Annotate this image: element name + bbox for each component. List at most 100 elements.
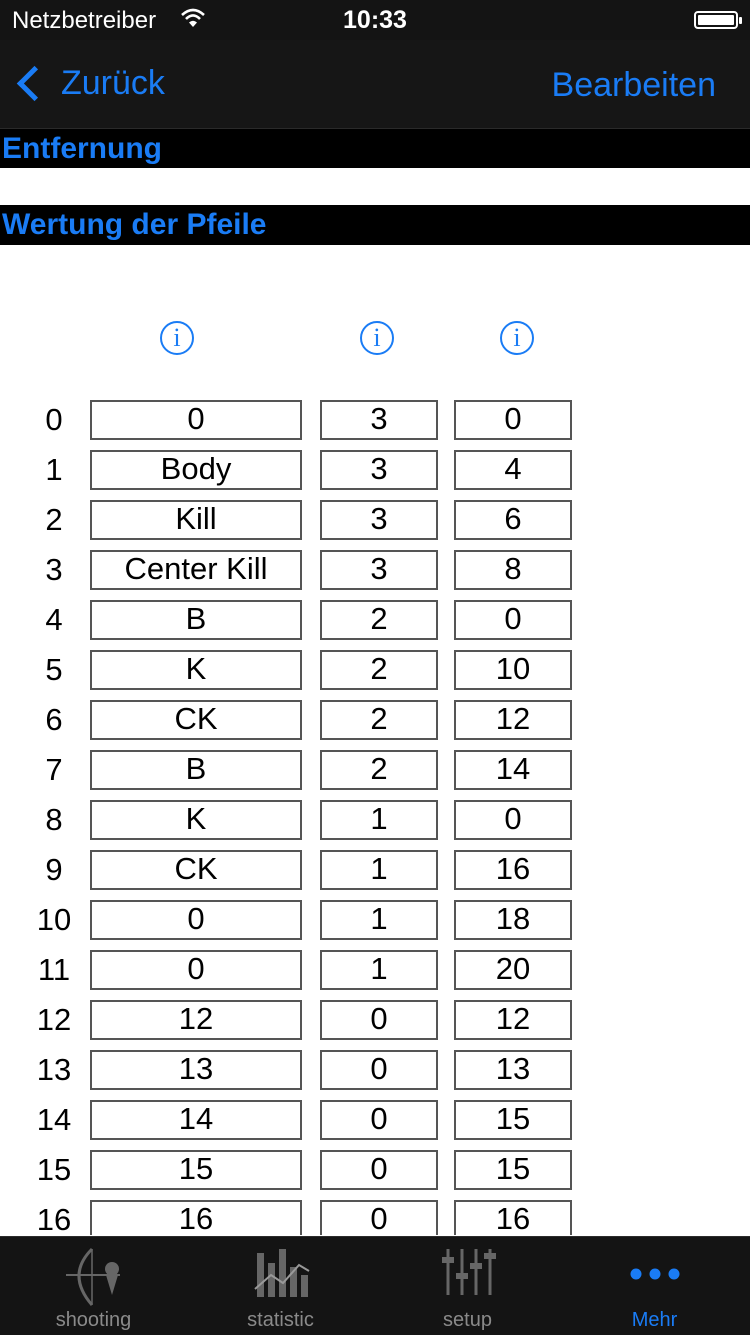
edit-button[interactable]: Bearbeiten xyxy=(552,66,716,105)
label-field[interactable]: 15 xyxy=(90,1150,302,1190)
label-field[interactable]: 13 xyxy=(90,1050,302,1090)
arrow-field[interactable]: 0 xyxy=(320,1000,438,1040)
row-number: 4 xyxy=(45,602,63,637)
label-field[interactable]: 0 xyxy=(90,950,302,990)
row-number: 11 xyxy=(37,952,71,987)
table-row: 1 Body 3 4 xyxy=(0,450,750,490)
points-field[interactable]: 16 xyxy=(454,1200,572,1235)
label-field[interactable]: 12 xyxy=(90,1000,302,1040)
row-number: 7 xyxy=(45,752,63,787)
arrow-field[interactable]: 0 xyxy=(320,1100,438,1140)
back-button[interactable]: Zurück xyxy=(14,64,165,103)
archer-icon xyxy=(62,1245,126,1314)
table-row: 7 B 2 14 xyxy=(0,750,750,790)
points-field[interactable]: 0 xyxy=(454,600,572,640)
points-field[interactable]: 14 xyxy=(454,750,572,790)
points-field[interactable]: 15 xyxy=(454,1100,572,1140)
table-row: 8K10 xyxy=(0,800,750,840)
label-field[interactable]: Kill xyxy=(90,500,302,540)
row-number: 15 xyxy=(36,1152,72,1187)
table-row: 14 14 0 15 xyxy=(0,1100,750,1140)
arrow-field[interactable]: 1 xyxy=(320,900,438,940)
label-field[interactable]: 14 xyxy=(90,1100,302,1140)
points-field[interactable]: 8 xyxy=(454,550,572,590)
row-number: 13 xyxy=(36,1052,72,1087)
scoring-table: 0 0 3 0 1 Body 3 4 2 Kill 3 6 3 Center Kill 3 8 4 B 2 0 5 K 2 1… xyxy=(0,400,750,1235)
chevron-left-icon xyxy=(16,65,53,102)
arrow-field[interactable]: 0 xyxy=(320,1150,438,1190)
points-field[interactable]: 15 xyxy=(454,1150,572,1190)
label-field[interactable]: K xyxy=(90,650,302,690)
arrow-field[interactable]: 2 xyxy=(320,650,438,690)
table-row: 2 Kill 3 6 xyxy=(0,500,750,540)
points-field[interactable]: 16 xyxy=(454,850,572,890)
row-number: 0 xyxy=(45,402,63,437)
battery-icon xyxy=(694,11,742,29)
arrow-field[interactable]: 3 xyxy=(320,400,438,440)
table-row: 12 12 0 12 xyxy=(0,1000,750,1040)
row-number: 9 xyxy=(45,852,63,887)
arrow-field[interactable]: 3 xyxy=(320,550,438,590)
points-field[interactable]: 18 xyxy=(454,900,572,940)
points-field[interactable]: 13 xyxy=(454,1050,572,1090)
info-icon[interactable]: i xyxy=(360,321,394,355)
arrow-field[interactable]: 0 xyxy=(320,1200,438,1235)
points-field[interactable]: 4 xyxy=(454,450,572,490)
tab-label: shooting xyxy=(55,1309,132,1331)
table-row: 0030 xyxy=(0,400,750,440)
points-field[interactable]: 0 xyxy=(454,800,572,840)
arrow-field[interactable]: 2 xyxy=(320,750,438,790)
arrow-field[interactable]: 1 xyxy=(320,850,438,890)
tab-statistic[interactable]: statistic xyxy=(187,1237,374,1335)
label-field[interactable]: 0 xyxy=(90,400,302,440)
label-field[interactable]: B xyxy=(90,750,302,790)
row-number: 2 xyxy=(45,502,63,537)
points-field[interactable]: 0 xyxy=(454,400,572,440)
label-field[interactable]: K xyxy=(90,800,302,840)
row-number: 3 xyxy=(45,552,63,587)
label-field[interactable]: 0 xyxy=(90,900,302,940)
info-icon[interactable]: i xyxy=(500,321,534,355)
table-row: 6 CK 2 12 xyxy=(0,700,750,740)
arrow-field[interactable]: 3 xyxy=(320,500,438,540)
points-field[interactable]: 12 xyxy=(454,700,572,740)
arrow-field[interactable]: 3 xyxy=(320,450,438,490)
label-field[interactable]: Center Kill xyxy=(90,550,302,590)
points-field[interactable]: 20 xyxy=(454,950,572,990)
table-row: 16 16 0 16 xyxy=(0,1200,750,1235)
arrow-field[interactable]: 2 xyxy=(320,700,438,740)
info-icon[interactable]: i xyxy=(160,321,194,355)
row-number: 14 xyxy=(36,1102,72,1137)
tab-label: statistic xyxy=(247,1309,314,1331)
table-row: 11 0 1 20 xyxy=(0,950,750,990)
label-field[interactable]: CK xyxy=(90,700,302,740)
label-field[interactable]: 16 xyxy=(90,1200,302,1235)
tab-shooting[interactable]: shooting xyxy=(0,1237,187,1335)
more-dots-icon xyxy=(629,1267,681,1286)
arrow-field[interactable]: 0 xyxy=(320,1050,438,1090)
label-field[interactable]: B xyxy=(90,600,302,640)
row-number: 10 xyxy=(36,902,72,937)
table-row: 10 0 1 18 xyxy=(0,900,750,940)
points-field[interactable]: 10 xyxy=(454,650,572,690)
row-number: 6 xyxy=(45,702,63,737)
tab-bar: shooting statistic setup Mehr xyxy=(0,1236,750,1335)
clock: 10:33 xyxy=(343,6,407,34)
section-header-distance: Entfernung xyxy=(0,129,750,168)
table-row: 3 Center Kill 3 8 xyxy=(0,550,750,590)
row-number: 16 xyxy=(36,1202,72,1235)
tab-setup[interactable]: setup xyxy=(374,1237,561,1335)
navigation-bar: Zurück Bearbeiten xyxy=(0,40,750,129)
section-header-arrow-scoring: Wertung der Pfeile xyxy=(0,205,750,245)
sliders-icon xyxy=(440,1245,496,1306)
table-row: 13 13 0 13 xyxy=(0,1050,750,1090)
label-field[interactable]: Body xyxy=(90,450,302,490)
arrow-field[interactable]: 2 xyxy=(320,600,438,640)
tab-more[interactable]: Mehr xyxy=(561,1237,748,1335)
arrow-field[interactable]: 1 xyxy=(320,800,438,840)
row-number: 8 xyxy=(45,802,63,837)
points-field[interactable]: 6 xyxy=(454,500,572,540)
label-field[interactable]: CK xyxy=(90,850,302,890)
points-field[interactable]: 12 xyxy=(454,1000,572,1040)
arrow-field[interactable]: 1 xyxy=(320,950,438,990)
